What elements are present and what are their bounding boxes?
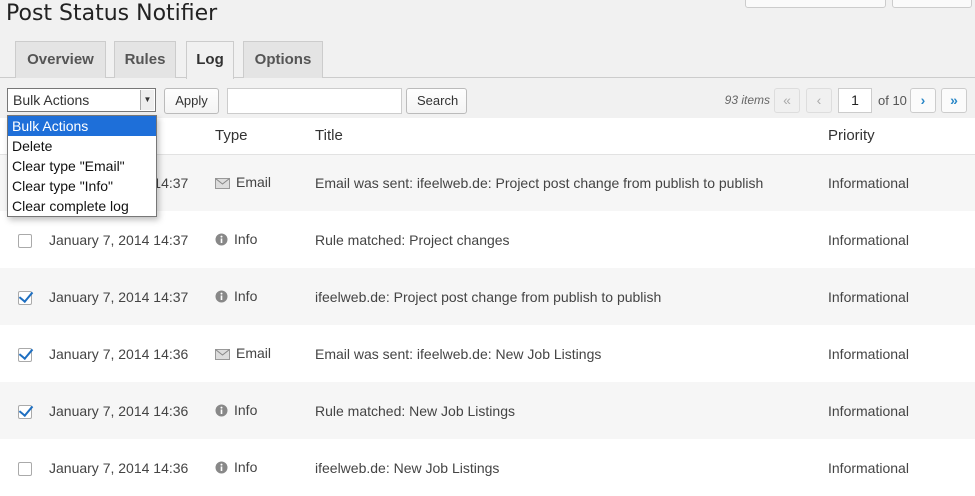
search-button[interactable]: Search — [406, 88, 467, 114]
row-type: Info — [215, 439, 315, 496]
row-date: January 7, 2014 14:36 — [49, 345, 189, 362]
row-date: January 7, 2014 14:36 — [49, 382, 215, 439]
row-date: January 7, 2014 14:37 — [49, 231, 189, 248]
bulk-actions-dropdown: Bulk Actions Delete Clear type "Email" Clea… — [7, 115, 157, 217]
apply-button[interactable]: Apply — [164, 88, 219, 114]
info-icon — [215, 233, 228, 249]
row-type: Info — [215, 211, 315, 268]
row-title[interactable]: Email was sent: ifeelweb.de: New Job Lis… — [315, 325, 828, 382]
title-header[interactable]: Title — [315, 118, 828, 155]
info-icon — [215, 290, 228, 306]
bulk-option[interactable]: Clear type "Info" — [8, 176, 156, 196]
items-count: 93 items — [724, 93, 770, 107]
row-priority: Informational — [828, 345, 909, 362]
row-type-label: Email — [236, 173, 272, 190]
row-type-label: Info — [234, 458, 258, 475]
row-title[interactable]: ifeelweb.de: New Job Listings — [315, 439, 828, 496]
row-title[interactable]: Email was sent: ifeelweb.de: Project pos… — [315, 154, 828, 211]
next-page-button[interactable]: › — [910, 88, 936, 113]
bulk-option[interactable]: Clear complete log — [8, 196, 156, 216]
row-priority: Informational — [828, 268, 975, 325]
row-type-label: Info — [234, 287, 258, 304]
last-page-button[interactable]: » — [941, 88, 967, 113]
row-title[interactable]: Rule matched: Project changes — [315, 211, 828, 268]
row-type: Email — [215, 325, 315, 382]
table-row: January 7, 2014 14:36 Email Email was sent… — [0, 325, 975, 382]
bulk-option[interactable]: Bulk Actions — [8, 116, 156, 136]
row-title[interactable]: ifeelweb.de: Project post change from pu… — [315, 268, 828, 325]
row-checkbox[interactable] — [18, 290, 32, 305]
row-checkbox[interactable] — [18, 347, 32, 362]
tab-options[interactable]: Options — [243, 41, 323, 78]
row-date: January 7, 2014 14:36 — [49, 459, 189, 476]
row-title[interactable]: Rule matched: New Job Listings — [315, 382, 828, 439]
info-icon — [215, 404, 228, 420]
row-checkbox[interactable] — [18, 404, 32, 419]
row-type-label: Info — [234, 230, 258, 247]
row-type-label: Email — [236, 344, 272, 361]
envelope-icon — [215, 347, 230, 363]
tab-overview[interactable]: Overview — [15, 41, 106, 78]
bulk-option[interactable]: Delete — [8, 136, 156, 156]
info-icon — [215, 461, 228, 477]
first-page-button[interactable]: « — [774, 88, 800, 113]
table-row: January 7, 2014 14:37 Info Rule matched: P… — [0, 211, 975, 268]
row-priority: Informational — [828, 154, 975, 211]
chevron-down-icon: ▼ — [140, 90, 154, 110]
tab-bar: Overview Rules Log Options — [0, 40, 975, 79]
prev-page-button[interactable]: ‹ — [806, 88, 832, 113]
row-type: Info — [215, 268, 315, 325]
current-page-input[interactable]: 1 — [838, 88, 872, 113]
row-priority: Informational — [828, 231, 909, 248]
table-row: January 7, 2014 14:36 Info ifeelweb.de: Ne… — [0, 439, 975, 496]
row-type-label: Info — [234, 401, 258, 418]
row-checkbox[interactable] — [18, 461, 32, 476]
row-checkbox[interactable] — [18, 233, 32, 248]
row-date: January 7, 2014 14:37 — [49, 268, 215, 325]
tab-log[interactable]: Log — [186, 41, 234, 79]
row-priority: Informational — [828, 459, 909, 476]
bulk-actions-select[interactable]: Bulk Actions ▼ — [7, 88, 156, 112]
search-input[interactable] — [227, 88, 402, 114]
envelope-icon — [215, 176, 230, 192]
row-type: Info — [215, 382, 315, 439]
top-right-button[interactable] — [745, 0, 886, 8]
table-row: January 7, 2014 14:37 Info ifeelweb.de: Pr… — [0, 268, 975, 325]
table-row: January 7, 2014 14:36 Info Rule matched: N… — [0, 382, 975, 439]
total-pages: of 10 — [878, 93, 907, 108]
page-title: Post Status Notifier — [6, 1, 218, 26]
priority-header[interactable]: Priority — [828, 118, 975, 155]
bulk-option[interactable]: Clear type "Email" — [8, 156, 156, 176]
bulk-actions-value: Bulk Actions — [13, 92, 90, 108]
top-right-button-2[interactable] — [892, 0, 972, 8]
type-header[interactable]: Type — [215, 118, 315, 155]
tab-rules[interactable]: Rules — [114, 41, 176, 78]
row-type: Email — [215, 154, 315, 211]
row-priority: Informational — [828, 382, 975, 439]
